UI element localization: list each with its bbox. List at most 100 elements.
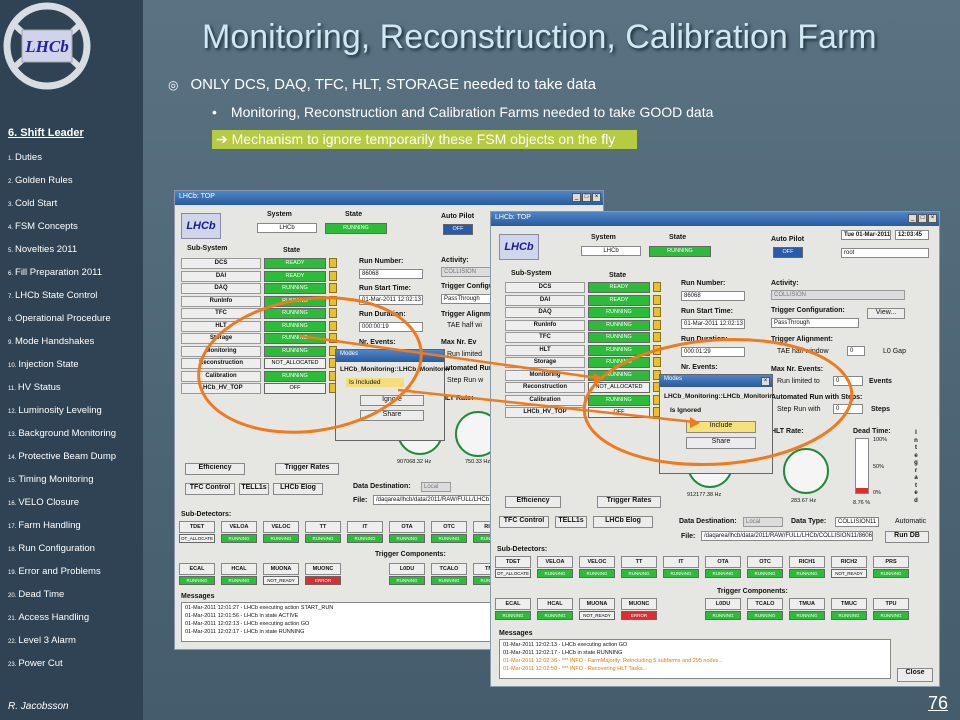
lock-icon[interactable] xyxy=(329,295,337,306)
tell1s-button[interactable]: TELL1s xyxy=(239,483,269,495)
detector-button[interactable]: TMUC xyxy=(831,598,867,610)
share-button[interactable]: Share xyxy=(360,410,424,421)
nav-item[interactable]: 1. Duties xyxy=(8,152,116,175)
trigger-rates-button[interactable]: Trigger Rates xyxy=(597,496,661,508)
efficiency-button[interactable]: Efficiency xyxy=(185,463,245,475)
detector-state[interactable]: RUNNING xyxy=(789,569,825,578)
subsystem-state[interactable]: RUNNING xyxy=(588,357,650,368)
nav-item[interactable]: 16. VELO Closure xyxy=(8,497,116,520)
nav-item[interactable]: 9. Mode Handshakes xyxy=(8,336,116,359)
subsystem-state[interactable]: RUNNING xyxy=(588,394,650,406)
detector-button[interactable]: ECAL xyxy=(495,598,531,610)
window-titlebar[interactable]: LHCb: TOP _ □ × xyxy=(175,191,603,205)
messages-box[interactable]: 01-Mar-2011 12:01:27 - LHCb executing ac… xyxy=(181,602,491,642)
tae-field[interactable]: 0 xyxy=(847,346,865,356)
lock-icon[interactable] xyxy=(329,258,337,268)
subsystem-state[interactable]: RUNNING xyxy=(588,344,650,356)
close-icon[interactable]: × xyxy=(761,377,770,386)
messages-box[interactable]: 01-Mar-2011 12:02:13 - LHCb executing ac… xyxy=(499,639,891,679)
detector-button[interactable]: TDET xyxy=(179,521,215,533)
detector-button[interactable]: MUONA xyxy=(579,598,615,610)
subsystem-button[interactable]: LHCb_HV_TOP xyxy=(181,383,261,394)
subsystem-button[interactable]: TFC xyxy=(505,332,585,343)
subsystem-button[interactable]: LHCb_HV_TOP xyxy=(505,407,585,418)
subsystem-button[interactable]: Reconstruction xyxy=(181,358,261,369)
nav-item[interactable]: 13. Background Monitoring xyxy=(8,428,116,451)
detector-button[interactable]: L0DU xyxy=(389,563,425,575)
detector-button[interactable]: HCAL xyxy=(537,598,573,610)
detector-button[interactable]: MUONA xyxy=(263,563,299,575)
detector-button[interactable]: HCAL xyxy=(221,563,257,575)
minimize-icon[interactable]: _ xyxy=(572,193,581,202)
lock-icon[interactable] xyxy=(329,270,337,281)
run-db-button[interactable]: Run DB xyxy=(885,531,929,543)
detector-state[interactable]: RUNNING xyxy=(537,611,573,620)
subsystem-button[interactable]: Calibration xyxy=(181,370,261,382)
subsystem-button[interactable]: Monitoring xyxy=(505,369,585,381)
lhcb-elog-button[interactable]: LHCb Elog xyxy=(273,483,323,495)
detector-button[interactable]: TT xyxy=(305,521,341,533)
nav-item[interactable]: 7. LHCb State Control xyxy=(8,290,116,313)
subsystem-button[interactable]: DAQ xyxy=(505,307,585,318)
nav-item[interactable]: 14. Protective Beam Dump xyxy=(8,451,116,474)
detector-state[interactable]: NOT_READY xyxy=(263,576,299,585)
top-state-field[interactable]: RUNNING xyxy=(649,246,711,257)
detector-state[interactable]: RUNNING xyxy=(389,576,425,585)
nav-item[interactable]: 10. Injection State xyxy=(8,359,116,382)
trigger-config-field[interactable]: PassThrough xyxy=(771,318,859,328)
subsystem-button[interactable]: Storage xyxy=(505,357,585,368)
detector-button[interactable]: OTA xyxy=(389,521,425,533)
dialog-titlebar[interactable]: Modes × xyxy=(660,375,772,387)
data-destination-field[interactable]: Local xyxy=(421,482,451,492)
detector-state[interactable]: RUNNING xyxy=(389,534,425,543)
lock-icon[interactable] xyxy=(329,283,337,293)
lock-icon[interactable] xyxy=(653,307,661,317)
subsystem-state[interactable]: RUNNING xyxy=(264,295,326,307)
subsystem-state[interactable]: RUNNING xyxy=(264,320,326,332)
subsystem-button[interactable]: Monitoring xyxy=(181,345,261,357)
detector-state[interactable]: RUNNING xyxy=(305,534,341,543)
detector-state[interactable]: ERROR xyxy=(621,611,657,620)
subsystem-state[interactable]: RUNNING xyxy=(588,307,650,318)
step-run-field[interactable]: 0 xyxy=(833,404,863,414)
detector-state[interactable]: RUNNING xyxy=(579,569,615,578)
window-titlebar[interactable]: LHCb: TOP _ □ × xyxy=(491,212,939,226)
detector-state[interactable]: RUNNING xyxy=(873,569,909,578)
detector-button[interactable]: ECAL xyxy=(179,563,215,575)
detector-state[interactable]: ERROR xyxy=(305,576,341,585)
share-button[interactable]: Share xyxy=(686,437,756,449)
lock-icon[interactable] xyxy=(653,282,661,292)
close-icon[interactable]: × xyxy=(592,193,601,202)
close-icon[interactable]: × xyxy=(928,214,937,223)
detector-state[interactable]: RUNNING xyxy=(537,569,573,578)
detector-state[interactable]: RUNNING xyxy=(747,569,783,578)
subsystem-button[interactable]: RunInfo xyxy=(505,319,585,331)
detector-state[interactable]: RUNNING xyxy=(873,611,909,620)
subsystem-state[interactable]: READY xyxy=(588,282,650,293)
lock-icon[interactable] xyxy=(329,320,337,331)
subsystem-button[interactable]: DCS xyxy=(505,282,585,293)
detector-button[interactable]: VELOA xyxy=(221,521,257,533)
detector-state[interactable]: RUNNING xyxy=(663,569,699,578)
lock-icon[interactable] xyxy=(653,319,661,330)
nav-item[interactable]: 4. FSM Concepts xyxy=(8,221,116,244)
detector-state[interactable]: RUNNING xyxy=(831,611,867,620)
lock-icon[interactable] xyxy=(653,332,661,342)
detector-state[interactable]: RUNNING xyxy=(263,534,299,543)
subsystem-state[interactable]: RUNNING xyxy=(264,283,326,294)
activity-field[interactable]: COLLISION xyxy=(771,290,905,300)
nav-item[interactable]: 3. Cold Start xyxy=(8,198,116,221)
detector-button[interactable]: VELOC xyxy=(263,521,299,533)
subsystem-state[interactable]: RUNNING xyxy=(264,345,326,357)
detector-state[interactable]: RUNNING xyxy=(705,569,741,578)
detector-button[interactable]: OTC xyxy=(747,556,783,568)
detector-button[interactable]: MUONC xyxy=(621,598,657,610)
nav-item[interactable]: 21. Access Handling xyxy=(8,612,116,635)
nav-item[interactable]: 18. Run Configuration xyxy=(8,543,116,566)
ignore-button[interactable]: Ignore xyxy=(360,395,424,406)
detector-button[interactable]: TT xyxy=(621,556,657,568)
subsystem-state[interactable]: RUNNING xyxy=(264,370,326,382)
subsystem-state[interactable]: READY xyxy=(264,258,326,269)
tell1s-button[interactable]: TELL1s xyxy=(555,516,587,528)
nav-item[interactable]: 23. Power Cut xyxy=(8,658,116,681)
